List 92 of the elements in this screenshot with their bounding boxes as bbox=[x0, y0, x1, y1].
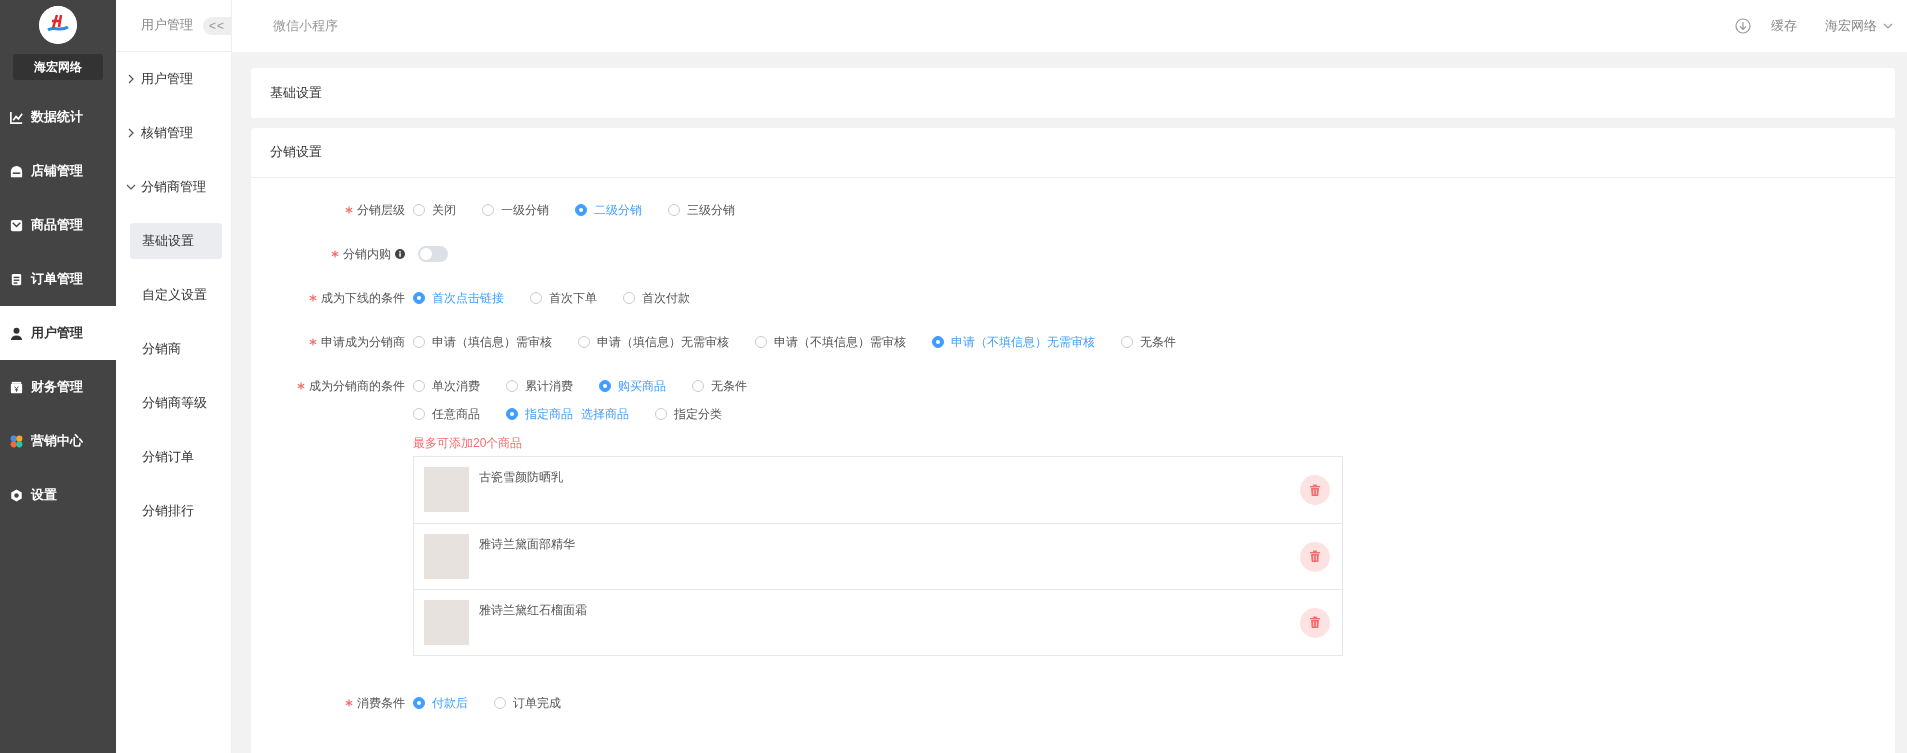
radio-option[interactable]: 任意商品 bbox=[413, 405, 480, 423]
radio-option[interactable]: 三级分销 bbox=[668, 201, 735, 219]
download-icon[interactable] bbox=[1735, 18, 1751, 34]
panel-title: 分销设置 bbox=[251, 128, 1895, 178]
chevron-down-icon bbox=[126, 182, 136, 192]
photo-placeholder bbox=[424, 534, 469, 579]
radio-option[interactable]: 关闭 bbox=[413, 201, 456, 219]
user-icon bbox=[9, 325, 24, 341]
field-label: 成为下线的条件 bbox=[321, 289, 405, 307]
colorful-petals-icon bbox=[9, 433, 24, 449]
radio-button[interactable] bbox=[413, 336, 425, 348]
radio-option[interactable]: 订单完成 bbox=[494, 694, 561, 712]
shop-icon bbox=[9, 163, 24, 179]
subnav-item[interactable]: 基础设置 bbox=[130, 223, 222, 259]
sidebar-item[interactable]: 设置 bbox=[0, 468, 116, 522]
radio-option[interactable]: 无条件 bbox=[1121, 333, 1176, 351]
panel-title: 基础设置 bbox=[269, 84, 323, 102]
subnav-item[interactable]: 分销商等级 bbox=[130, 385, 222, 421]
radio-button[interactable] bbox=[413, 408, 425, 420]
radio-button[interactable] bbox=[413, 380, 425, 392]
subnav-item[interactable]: 分销排行 bbox=[130, 493, 222, 529]
field-label: 申请成为分销商 bbox=[321, 333, 405, 351]
subnav-group[interactable]: 分销商管理 bbox=[116, 160, 231, 214]
radio-button[interactable] bbox=[506, 380, 518, 392]
clipboard-icon bbox=[9, 271, 24, 287]
sidebar-item[interactable]: 财务管理 bbox=[0, 360, 116, 414]
delete-button[interactable] bbox=[1300, 541, 1330, 572]
product-name: 雅诗兰黛红石榴面霜 bbox=[479, 602, 587, 619]
sidebar-item[interactable]: 数据统计 bbox=[0, 90, 116, 144]
radio-button[interactable] bbox=[530, 292, 542, 304]
field-label: 成为分销商的条件 bbox=[309, 377, 405, 395]
delete-button[interactable] bbox=[1300, 607, 1330, 638]
account-menu[interactable]: 海宏网络 bbox=[1825, 17, 1893, 35]
cache-button[interactable]: 缓存 bbox=[1771, 17, 1797, 35]
line-chart-icon bbox=[9, 109, 24, 125]
photo-placeholder bbox=[424, 600, 469, 645]
trash-icon bbox=[1309, 616, 1321, 629]
logo-icon bbox=[39, 6, 77, 44]
product-name: 古瓷雪颜防晒乳 bbox=[479, 469, 563, 486]
envelope-icon bbox=[9, 217, 24, 233]
subnav-item[interactable]: 分销订单 bbox=[130, 439, 222, 475]
trash-icon bbox=[1309, 483, 1321, 497]
sidebar-item[interactable]: 用户管理 bbox=[0, 306, 116, 360]
trash-icon bbox=[1309, 550, 1321, 563]
radio-option[interactable]: 指定分类 bbox=[655, 405, 722, 423]
radio-button[interactable] bbox=[482, 204, 494, 216]
brand-label: 海宏网络 bbox=[13, 54, 103, 80]
radio-button[interactable] bbox=[623, 292, 635, 304]
sidebar-item[interactable]: 营销中心 bbox=[0, 414, 116, 468]
radio-button[interactable] bbox=[755, 336, 767, 348]
radio-button[interactable] bbox=[932, 336, 944, 348]
chevron-right-icon bbox=[126, 128, 136, 138]
radio-option[interactable]: 无条件 bbox=[692, 377, 747, 395]
field-label: 分销层级 bbox=[357, 201, 405, 219]
radio-button[interactable] bbox=[655, 408, 667, 420]
radio-option[interactable]: 首次付款 bbox=[623, 289, 690, 307]
sidebar-item[interactable]: 商品管理 bbox=[0, 198, 116, 252]
radio-button[interactable] bbox=[413, 697, 425, 709]
radio-option[interactable]: 申请（填信息）需审核 bbox=[413, 333, 552, 351]
field-label: 消费条件 bbox=[357, 694, 405, 712]
settings-icon bbox=[9, 487, 24, 503]
radio-button[interactable] bbox=[413, 204, 425, 216]
limit-note: 最多可添加20个商品 bbox=[413, 435, 524, 452]
delete-button[interactable] bbox=[1300, 475, 1330, 505]
photo-placeholder bbox=[424, 467, 469, 512]
radio-option[interactable]: 申请（填信息）无需审核 bbox=[578, 333, 729, 351]
sidebar-item[interactable]: 订单管理 bbox=[0, 252, 116, 306]
radio-button[interactable] bbox=[575, 204, 587, 216]
radio-button[interactable] bbox=[494, 697, 506, 709]
radio-button[interactable] bbox=[413, 292, 425, 304]
radio-button[interactable] bbox=[668, 204, 680, 216]
radio-button[interactable] bbox=[1121, 336, 1133, 348]
radio-button[interactable] bbox=[599, 380, 611, 392]
radio-button[interactable] bbox=[578, 336, 590, 348]
chevron-right-icon bbox=[126, 74, 136, 84]
radio-option[interactable]: 累计消费 bbox=[506, 377, 573, 395]
chevron-down-icon bbox=[1883, 22, 1893, 30]
subnav-group[interactable]: 用户管理 bbox=[116, 52, 231, 106]
radio-button[interactable] bbox=[692, 380, 704, 392]
subnav-item[interactable]: 分销商 bbox=[130, 331, 222, 367]
product-name: 雅诗兰黛面部精华 bbox=[479, 536, 575, 553]
radio-button[interactable] bbox=[506, 408, 518, 420]
radio-option[interactable]: 单次消费 bbox=[413, 377, 480, 395]
subnav-item[interactable]: 自定义设置 bbox=[130, 277, 222, 313]
toggle-switch[interactable] bbox=[418, 246, 448, 262]
radio-option[interactable]: 申请（不填信息）需审核 bbox=[755, 333, 906, 351]
field-label: 分销内购 bbox=[343, 245, 391, 263]
subnav-group[interactable]: 核销管理 bbox=[116, 106, 231, 160]
sidebar-item[interactable]: 店铺管理 bbox=[0, 144, 116, 198]
radio-option[interactable]: 一级分销 bbox=[482, 201, 549, 219]
radio-option[interactable]: 首次下单 bbox=[530, 289, 597, 307]
subnav-title: 用户管理 bbox=[141, 17, 193, 34]
